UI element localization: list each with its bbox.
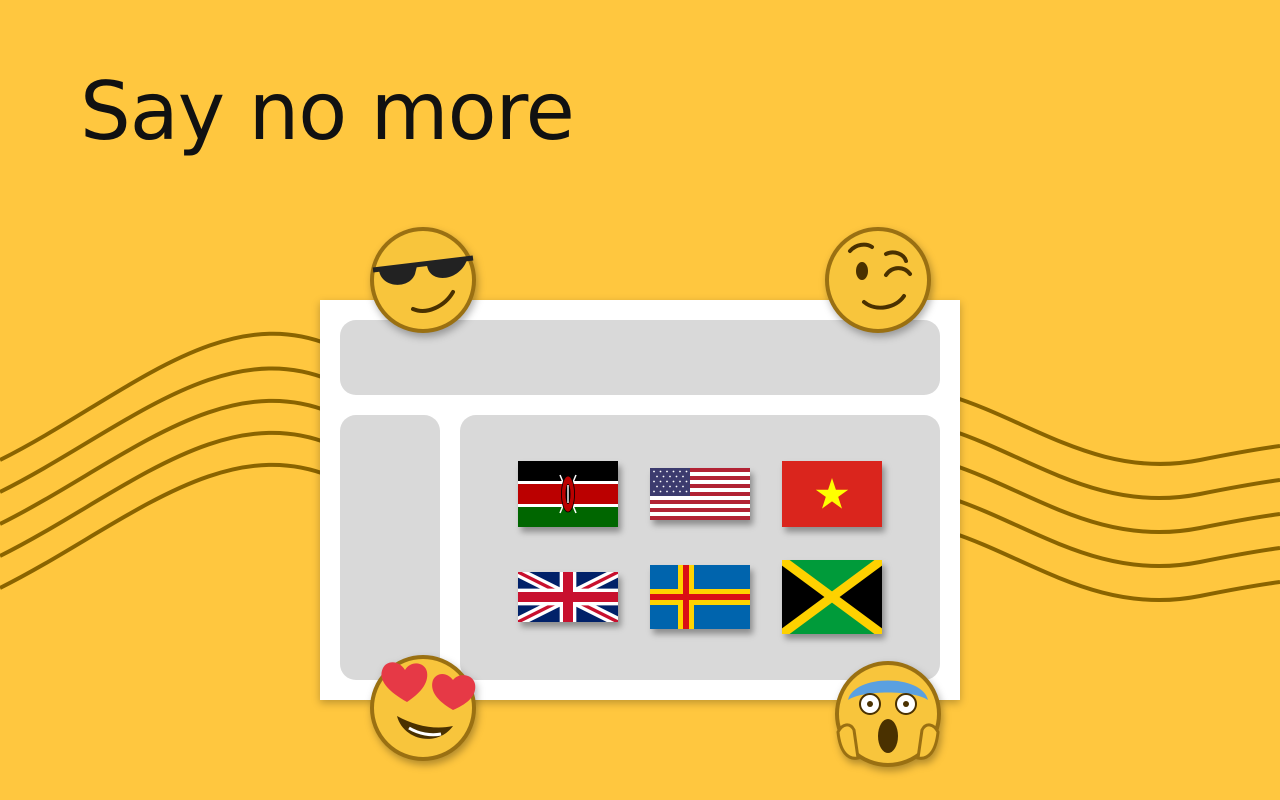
sidebar-placeholder [340, 415, 440, 680]
content-area [460, 415, 940, 680]
headline: Say no more [80, 65, 575, 158]
flag-jamaica[interactable] [782, 560, 882, 634]
heart-eyes-face-icon [370, 655, 476, 761]
flag-kenya[interactable] [518, 461, 618, 527]
sunglasses-face-icon [370, 227, 476, 333]
flag-vietnam[interactable] [782, 461, 882, 527]
flag-united-kingdom[interactable] [518, 572, 618, 622]
flag-united-states[interactable] [650, 468, 750, 520]
winking-face-icon [825, 227, 931, 333]
screaming-face-icon [835, 661, 941, 767]
flag-aland[interactable] [650, 565, 750, 629]
